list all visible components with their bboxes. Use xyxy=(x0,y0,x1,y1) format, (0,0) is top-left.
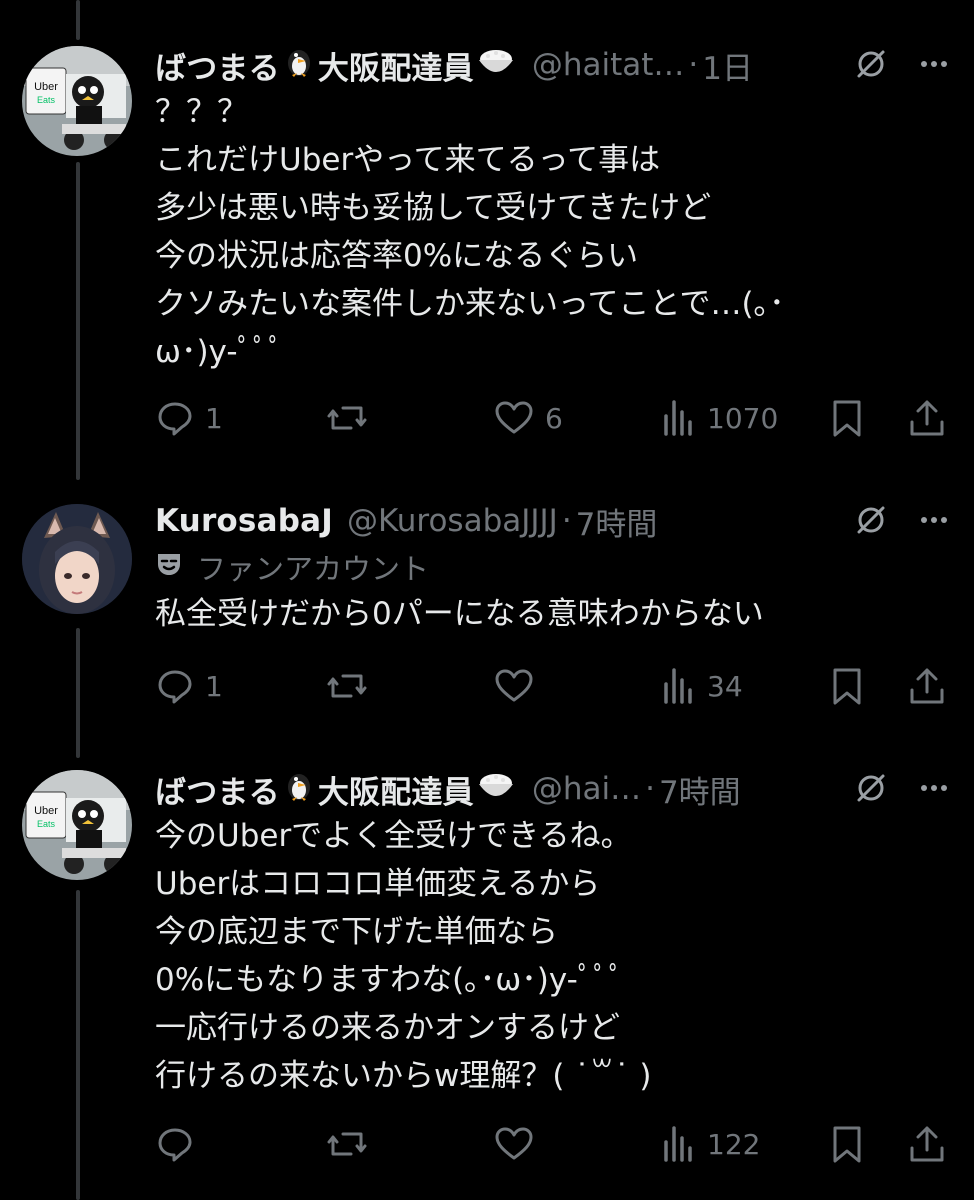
views-icon xyxy=(661,398,697,438)
bookmark-icon xyxy=(829,398,865,438)
like-count: 6 xyxy=(545,401,563,435)
user-handle[interactable]: @haitat… xyxy=(532,47,685,83)
share-button[interactable] xyxy=(907,1120,947,1168)
bookmark-icon xyxy=(829,1124,865,1164)
thread-line-1 xyxy=(76,162,80,480)
like-button[interactable]: 6 xyxy=(493,394,563,442)
timestamp[interactable]: 7時間 xyxy=(576,499,658,544)
avatar[interactable]: Uber Eats xyxy=(22,46,132,156)
rice-bowl-emoji-icon xyxy=(476,768,516,810)
display-name[interactable]: KurosabaJ xyxy=(155,503,333,539)
display-name-suffix[interactable]: 大阪配達員 xyxy=(318,767,474,812)
rice-bowl-emoji-icon xyxy=(476,44,516,86)
user-handle[interactable]: @hai… xyxy=(532,771,641,807)
views-icon xyxy=(661,666,697,706)
tweet-actions: 1 34 xyxy=(155,662,955,710)
reply-icon xyxy=(155,666,195,706)
grok-icon[interactable] xyxy=(853,46,889,90)
penguin-emoji-icon xyxy=(282,768,316,810)
bookmark-button[interactable] xyxy=(829,662,865,710)
repost-icon xyxy=(325,666,369,706)
tweet-text: 私全受けだから0パーになる意味わからない xyxy=(155,596,764,632)
bookmark-button[interactable] xyxy=(829,1120,865,1168)
repost-button[interactable] xyxy=(325,1120,379,1168)
grok-icon[interactable] xyxy=(853,502,889,546)
reply-count: 1 xyxy=(205,669,223,703)
separator-dot: · xyxy=(645,771,655,807)
user-handle[interactable]: @KurosabaJJJJ xyxy=(347,503,558,539)
tweet-text: 今のUberでよく全受けできるね。 Uberはコロコロ単価変えるから 今の底辺ま… xyxy=(155,818,652,1094)
tweet-actions: 1 6 1070 xyxy=(155,394,955,442)
views-count: 34 xyxy=(707,669,743,703)
share-button[interactable] xyxy=(907,394,947,442)
like-icon xyxy=(493,398,535,438)
thread-line-2 xyxy=(76,628,80,758)
thread-line-3 xyxy=(76,890,80,1200)
grok-icon[interactable] xyxy=(853,770,889,814)
like-button[interactable] xyxy=(493,662,545,710)
repost-icon xyxy=(325,398,369,438)
like-icon xyxy=(493,1124,535,1164)
timestamp[interactable]: 7時間 xyxy=(659,767,741,812)
views-icon xyxy=(661,1124,697,1164)
bookmark-button[interactable] xyxy=(829,394,865,442)
tweet-header: KurosabaJ @KurosabaJJJJ · 7時間 xyxy=(155,498,974,544)
uber-logo-text: Uber xyxy=(34,81,58,93)
views-button[interactable]: 1070 xyxy=(661,394,778,442)
reply-icon xyxy=(155,398,195,438)
tweet-text: ？？？ これだけUberやって来てるって事は 多少は悪い時も妥協して受けてきたけ… xyxy=(155,94,785,370)
uber-logo-text: Uber xyxy=(34,805,58,817)
share-icon xyxy=(907,666,947,706)
mask-icon xyxy=(155,550,183,585)
reply-button[interactable]: 1 xyxy=(155,394,223,442)
reply-button[interactable]: 1 xyxy=(155,662,223,710)
reply-icon xyxy=(155,1124,195,1164)
more-icon[interactable] xyxy=(916,502,952,546)
display-name[interactable]: ばつまる xyxy=(155,767,280,812)
views-button[interactable]: 122 xyxy=(661,1120,760,1168)
views-button[interactable]: 34 xyxy=(661,662,743,710)
views-count: 122 xyxy=(707,1127,761,1161)
avatar[interactable] xyxy=(22,504,132,614)
tweet-actions: 122 xyxy=(155,1120,955,1168)
penguin-emoji-icon xyxy=(282,44,316,86)
bookmark-icon xyxy=(829,666,865,706)
reply-count: 1 xyxy=(205,401,223,435)
repost-button[interactable] xyxy=(325,394,379,442)
timestamp[interactable]: 1日 xyxy=(702,43,753,88)
display-name-suffix[interactable]: 大阪配達員 xyxy=(318,43,474,88)
tweet-header: ばつまる 大阪配達員 @hai… · 7時間 xyxy=(155,766,974,812)
views-count: 1070 xyxy=(707,401,779,435)
like-button[interactable] xyxy=(493,1120,545,1168)
separator-dot: · xyxy=(561,503,572,539)
tweet-header: ばつまる 大阪配達員 @haitat… · 1日 xyxy=(155,42,974,88)
display-name[interactable]: ばつまる xyxy=(155,43,280,88)
fan-account-label-row: ファンアカウント xyxy=(155,544,974,590)
repost-icon xyxy=(325,1124,369,1164)
share-icon xyxy=(907,398,947,438)
share-button[interactable] xyxy=(907,662,947,710)
eats-logo-text: Eats xyxy=(37,95,56,105)
reply-button[interactable] xyxy=(155,1120,205,1168)
fan-account-label: ファンアカウント xyxy=(197,552,430,586)
thread-line-top xyxy=(76,0,80,40)
separator-dot: · xyxy=(688,47,699,83)
eats-logo-text: Eats xyxy=(37,819,56,829)
like-icon xyxy=(493,666,535,706)
share-icon xyxy=(907,1124,947,1164)
more-icon[interactable] xyxy=(916,46,952,90)
avatar[interactable]: Uber Eats xyxy=(22,770,132,880)
repost-button[interactable] xyxy=(325,662,379,710)
more-icon[interactable] xyxy=(916,770,952,814)
